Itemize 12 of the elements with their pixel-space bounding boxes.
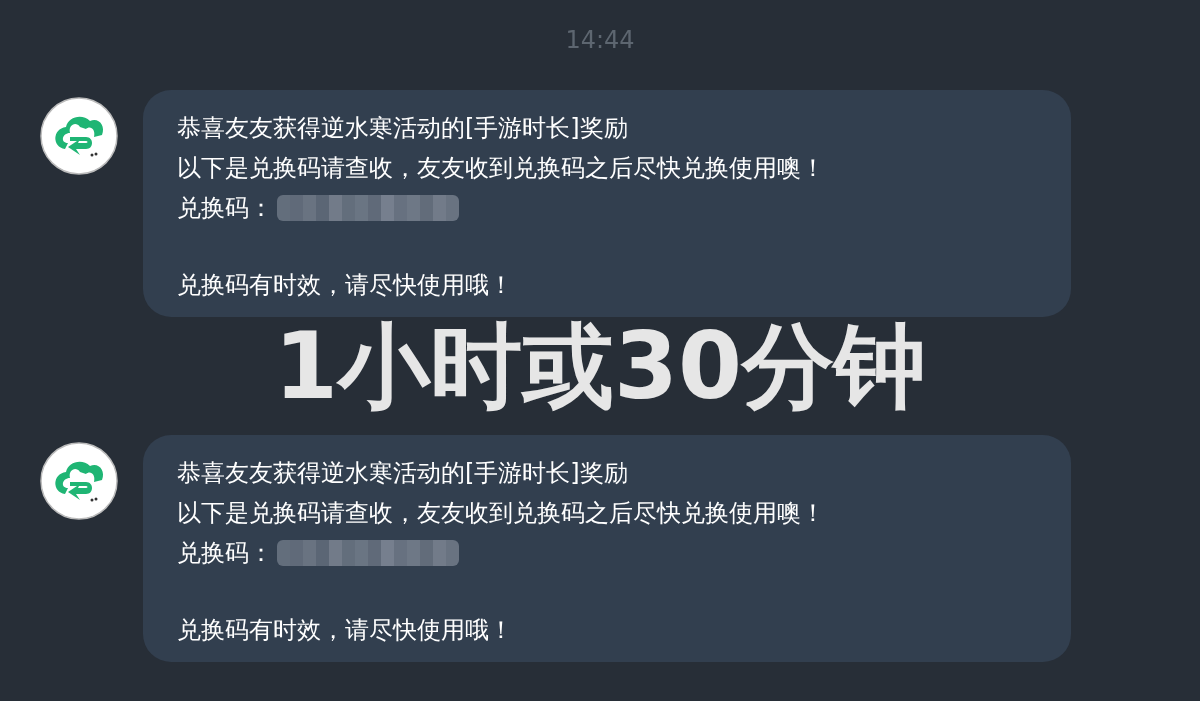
message-text: 恭喜友友获得逆水寒活动的[手游时长]奖励 bbox=[177, 458, 629, 489]
code-label: 兑换码： bbox=[177, 193, 273, 224]
message-text: 兑换码有时效，请尽快使用哦！ bbox=[177, 270, 514, 301]
message-text: 以下是兑换码请查收，友友收到兑换码之后尽快兑换使用噢！ bbox=[177, 153, 826, 184]
message-text: 以下是兑换码请查收，友友收到兑换码之后尽快兑换使用噢！ bbox=[177, 498, 826, 529]
message-text: 兑换码有时效，请尽快使用哦！ bbox=[177, 615, 514, 646]
timestamp: 14:44 bbox=[565, 26, 635, 54]
overlay-caption: 1小时或30分钟 bbox=[273, 312, 926, 422]
avatar-icon[interactable] bbox=[40, 97, 118, 175]
message-text: 恭喜友友获得逆水寒活动的[手游时长]奖励 bbox=[177, 113, 629, 144]
avatar-icon[interactable] bbox=[40, 442, 118, 520]
code-label: 兑换码： bbox=[177, 538, 273, 569]
